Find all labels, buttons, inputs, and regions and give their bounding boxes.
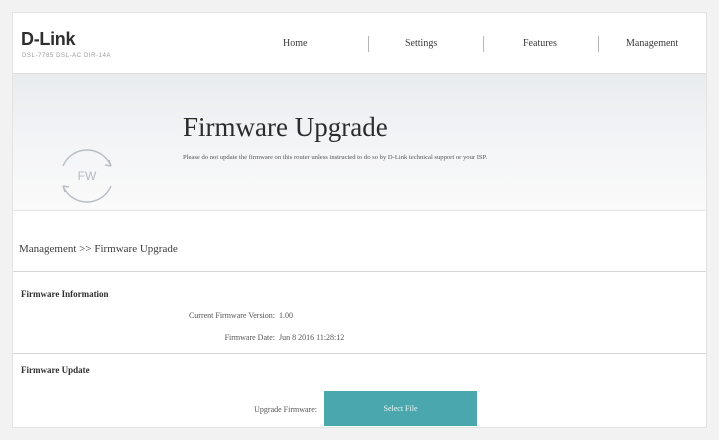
firmware-date-label: Firmware Date: (224, 333, 275, 342)
section-divider (13, 353, 706, 354)
page-header: FW Firmware Upgrade Please do not update… (13, 73, 706, 211)
nav-divider (598, 36, 599, 52)
breadcrumb: Management >> Firmware Upgrade (19, 243, 178, 255)
main-nav: Home Settings Features Management (13, 35, 706, 53)
page-title: Firmware Upgrade (183, 112, 388, 142)
firmware-information-title: Firmware Information (21, 289, 109, 299)
page-description: Please do not update the firmware on thi… (183, 154, 488, 161)
router-admin-window: D-Link DSL-7785 DSL-AC DIR-14A Home Sett… (12, 12, 707, 428)
current-version-label: Current Firmware Version: (188, 311, 275, 320)
current-version-value: 1.00 (279, 311, 293, 320)
divider (13, 271, 706, 272)
firmware-date-value: Jun 8 2016 11:28:12 (279, 333, 345, 342)
nav-features[interactable]: Features (523, 35, 557, 53)
model-number: DSL-7785 DSL-AC DIR-14A (22, 53, 112, 59)
firmware-update-title: Firmware Update (21, 365, 90, 375)
select-file-button[interactable]: Select File (324, 391, 477, 426)
firmware-icon-label: FW (78, 169, 97, 183)
nav-divider (483, 36, 484, 52)
nav-divider (368, 36, 369, 52)
upgrade-firmware-label: Upgrade Firmware: (254, 405, 317, 414)
top-bar: D-Link DSL-7785 DSL-AC DIR-14A Home Sett… (13, 13, 706, 73)
nav-management[interactable]: Management (626, 35, 678, 53)
nav-settings[interactable]: Settings (405, 35, 437, 53)
nav-home[interactable]: Home (283, 35, 307, 53)
firmware-icon: FW (62, 149, 112, 203)
